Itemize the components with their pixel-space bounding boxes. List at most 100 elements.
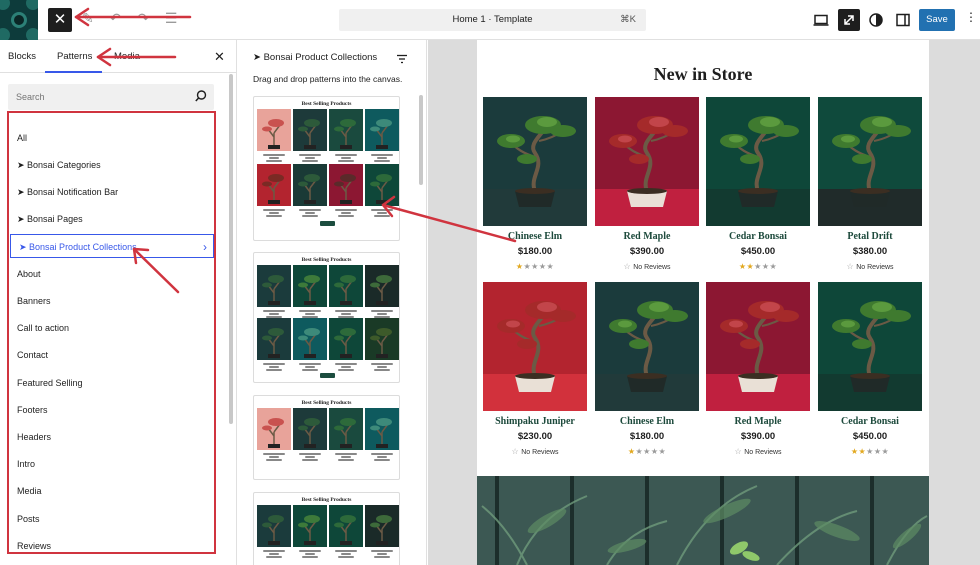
category-item[interactable]: Posts: [17, 512, 40, 526]
tab-media[interactable]: Media: [114, 51, 140, 62]
inserter-scrollbar[interactable]: [229, 74, 233, 424]
product-rating: ☆ No Reviews: [483, 447, 587, 457]
pattern-thumb-image: [329, 109, 363, 151]
star-icon: ★: [546, 262, 555, 271]
pattern-thumb-image: [329, 318, 363, 360]
product-image[interactable]: [706, 282, 810, 411]
pattern-category-heading: ➤ Bonsai Product Collections: [253, 52, 378, 63]
editor-canvas[interactable]: New in Store Chinese Elm $180.00 ★★★★★ Red…: [477, 40, 929, 565]
product-image[interactable]: [483, 97, 587, 226]
document-title: Home 1 · Template: [452, 14, 533, 25]
star-icon: ★: [650, 447, 659, 456]
category-item-active[interactable]: ➤ Bonsai Product Collections ›: [10, 234, 214, 258]
pattern-search-input[interactable]: Search: [8, 84, 214, 110]
product-rating: ☆ No Reviews: [818, 262, 922, 272]
product-price: $390.00: [629, 246, 665, 257]
editor-top-bar: ✕ ✎ ↶ ↷ ☰ Home 1 · Template ⌘K Save ⋮: [0, 0, 980, 40]
pattern-thumb-caption: [329, 549, 363, 561]
product-name[interactable]: Red Maple: [595, 231, 699, 242]
category-item[interactable]: ➤ Bonsai Pages: [17, 212, 83, 226]
pattern-thumb-image: [329, 164, 363, 206]
pattern-card-title: Best Selling Products: [301, 497, 352, 503]
product-price: $390.00: [740, 431, 776, 442]
category-item[interactable]: Media: [17, 484, 42, 498]
category-item[interactable]: Featured Selling: [17, 376, 83, 390]
pattern-thumb-caption: [329, 452, 363, 464]
style-contrast-icon[interactable]: [865, 9, 887, 31]
product-name[interactable]: Chinese Elm: [595, 416, 699, 427]
section-heading[interactable]: New in Store: [477, 64, 929, 85]
product-price: $450.00: [740, 246, 776, 257]
pattern-thumb-caption: [365, 452, 399, 464]
product-name[interactable]: Shimpaku Juniper: [483, 416, 587, 427]
pattern-thumb-caption: [257, 208, 291, 220]
category-item[interactable]: ➤ Bonsai Categories: [17, 158, 101, 172]
star-icon: ★: [873, 447, 882, 456]
category-label: ➤ Bonsai Product Collections: [19, 242, 137, 252]
pattern-thumb-image: [293, 505, 327, 547]
pattern-thumb-image: [257, 164, 291, 206]
pattern-thumb-image: [293, 318, 327, 360]
site-logo[interactable]: [0, 0, 38, 40]
pattern-description: Drag and drop patterns into the canvas.: [253, 74, 403, 84]
category-item[interactable]: Headers: [17, 430, 51, 444]
tab-patterns[interactable]: Patterns: [57, 51, 92, 62]
category-item[interactable]: Contact: [17, 348, 48, 362]
pattern-card[interactable]: Best Selling Products: [253, 492, 400, 565]
product-image[interactable]: [818, 97, 922, 226]
close-panel-icon[interactable]: ✕: [214, 49, 225, 65]
pattern-card[interactable]: Best Selling Products: [253, 252, 400, 383]
product-rating: ★★★★★: [595, 447, 699, 457]
star-icon: ★: [769, 262, 778, 271]
search-placeholder: Search: [16, 92, 45, 102]
star-icon: ★: [866, 447, 874, 456]
product-name[interactable]: Cedar Bonsai: [706, 231, 810, 242]
pattern-scrollbar[interactable]: [419, 95, 423, 185]
product-price: $180.00: [517, 246, 553, 257]
document-bar[interactable]: Home 1 · Template ⌘K: [339, 9, 646, 31]
pattern-thumb-caption: [293, 452, 327, 464]
product-image[interactable]: [595, 282, 699, 411]
pattern-thumb-image: [329, 408, 363, 450]
star-icon: ★: [858, 447, 867, 456]
category-item[interactable]: Banners: [17, 294, 51, 308]
product-image[interactable]: [818, 282, 922, 411]
pattern-thumb-image: [293, 109, 327, 151]
pattern-thumb-caption: [257, 452, 291, 464]
pattern-card[interactable]: Best Selling Products: [253, 395, 400, 480]
product-name[interactable]: Chinese Elm: [483, 231, 587, 242]
pattern-thumb-caption: [257, 549, 291, 561]
pattern-thumb-image: [329, 505, 363, 547]
pattern-thumb-caption: [329, 208, 363, 220]
category-item[interactable]: ➤ Bonsai Notification Bar: [17, 185, 118, 199]
pattern-thumb-caption: [293, 549, 327, 561]
product-image[interactable]: [595, 97, 699, 226]
category-item[interactable]: About: [17, 267, 41, 281]
pattern-card[interactable]: Best Selling Products: [253, 96, 400, 241]
product-price: $380.00: [852, 246, 888, 257]
product-name[interactable]: Petal Drift: [818, 231, 922, 242]
product-image[interactable]: [706, 97, 810, 226]
product-name[interactable]: Cedar Bonsai: [818, 416, 922, 427]
tab-blocks[interactable]: Blocks: [8, 51, 36, 62]
desktop-preview-icon[interactable]: [810, 9, 832, 31]
save-button[interactable]: Save: [919, 9, 955, 31]
filter-icon[interactable]: [396, 52, 408, 70]
resize-icon[interactable]: [838, 9, 860, 31]
no-reviews-label: No Reviews: [856, 264, 894, 271]
category-item[interactable]: Reviews: [17, 539, 51, 553]
pattern-thumb-image: [293, 164, 327, 206]
category-item[interactable]: All: [17, 131, 27, 145]
product-name[interactable]: Red Maple: [706, 416, 810, 427]
category-item[interactable]: Footers: [17, 403, 48, 417]
star-icon: ★: [754, 262, 762, 271]
greenhouse-banner-image[interactable]: [477, 476, 929, 565]
product-image[interactable]: [483, 282, 587, 411]
more-options-icon[interactable]: ⋮: [965, 10, 977, 24]
product-rating: ★★★★★: [483, 262, 587, 272]
category-item[interactable]: Intro: [17, 457, 35, 471]
close-inserter-button[interactable]: ✕: [48, 8, 72, 32]
pattern-thumb-image: [365, 318, 399, 360]
category-item[interactable]: Call to action: [17, 321, 69, 335]
sidebar-toggle-icon[interactable]: [892, 9, 914, 31]
